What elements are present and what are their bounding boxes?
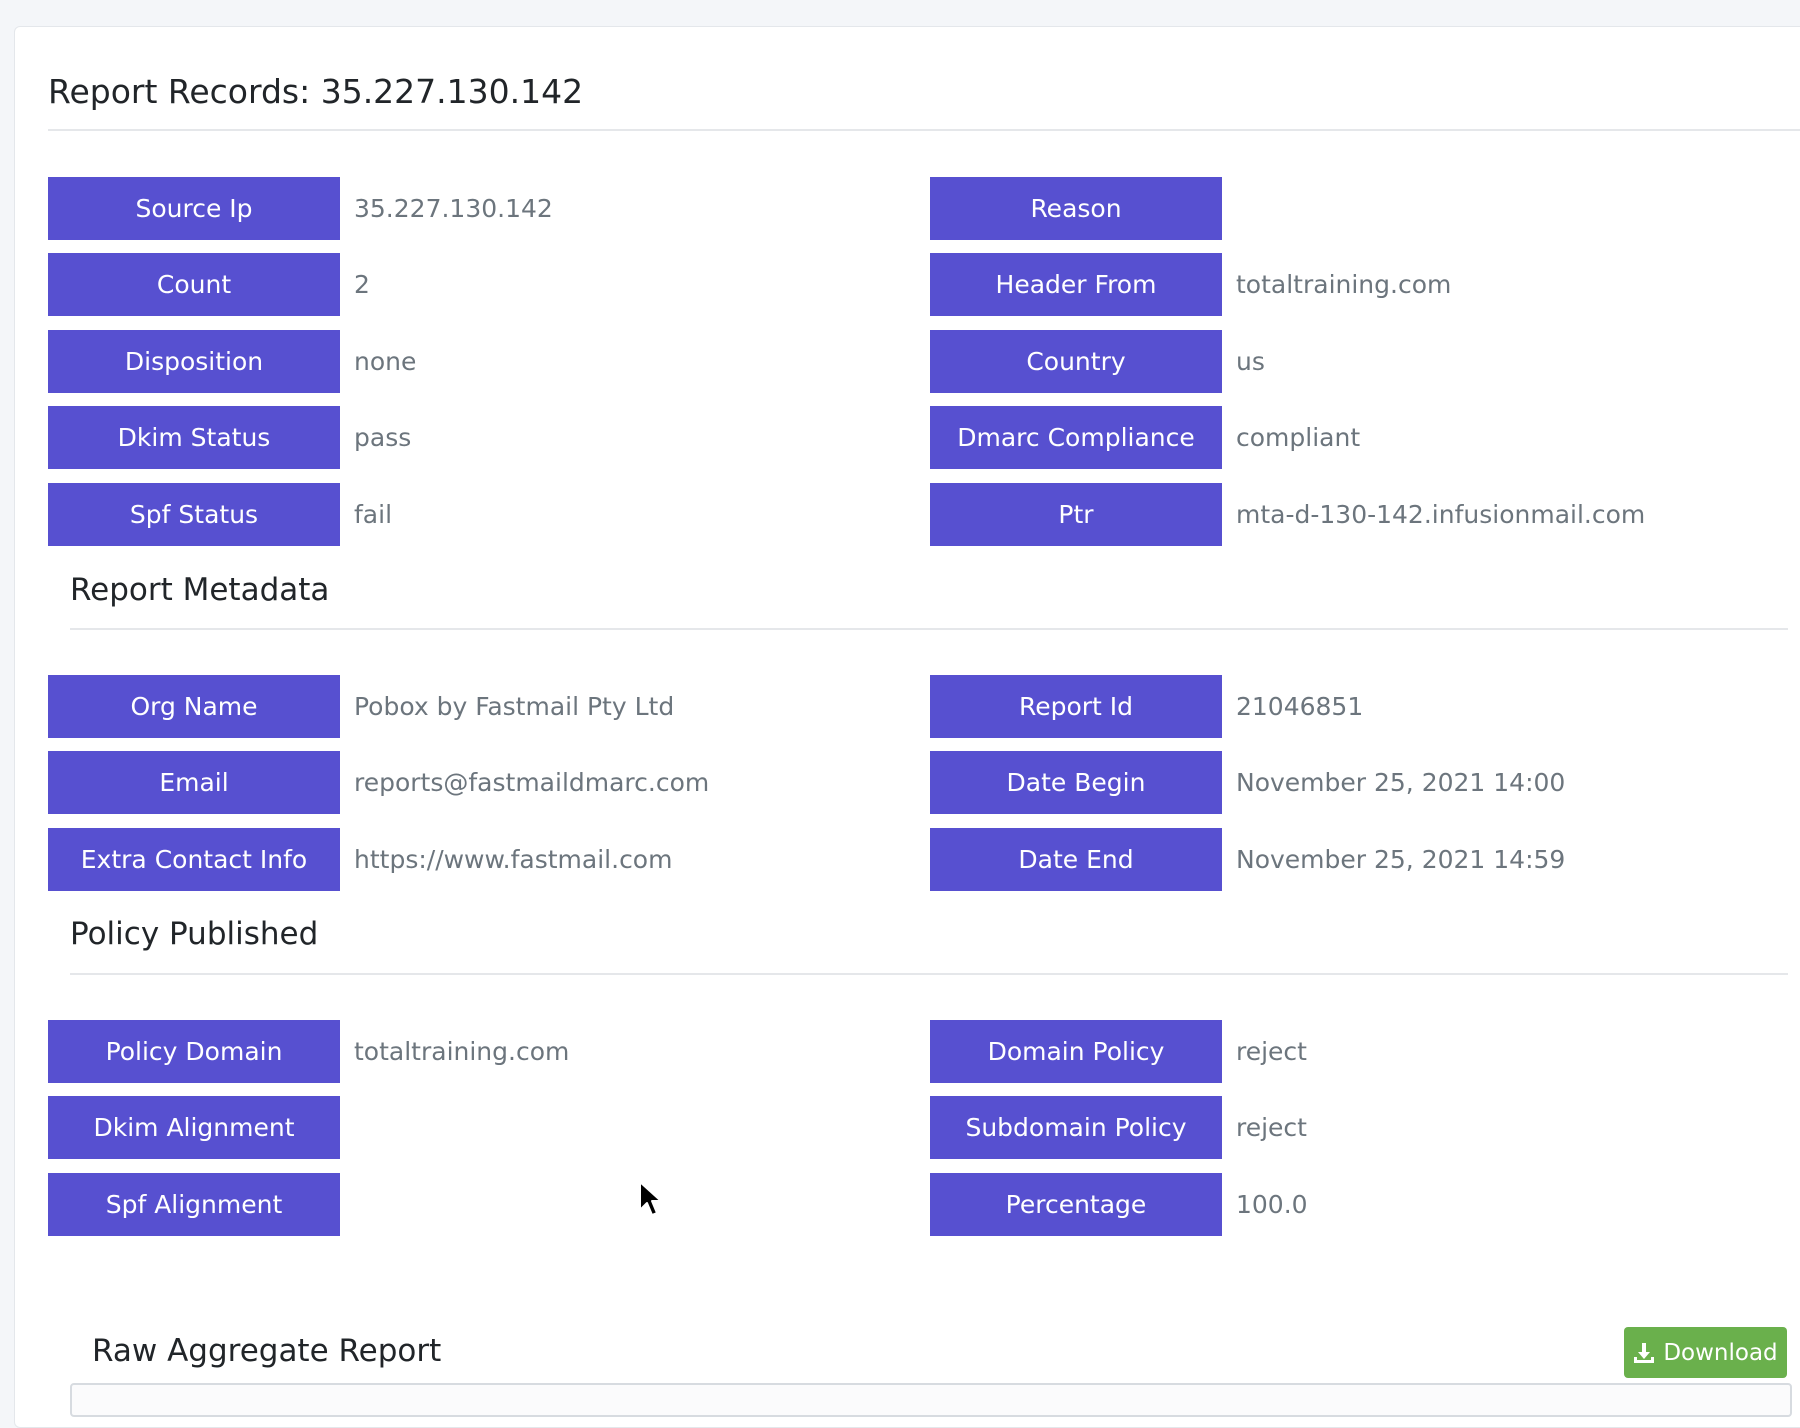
field-label-dkim-alignment: Dkim Alignment <box>48 1096 340 1159</box>
field-value-domain-policy: reject <box>1236 1037 1307 1066</box>
field-label-date-begin: Date Begin <box>930 751 1222 814</box>
field-value-policy-domain: totaltraining.com <box>354 1037 570 1066</box>
field-label-country: Country <box>930 330 1222 393</box>
field-value-count: 2 <box>354 270 370 299</box>
field-label-source-ip: Source Ip <box>48 177 340 240</box>
field-label-reason: Reason <box>930 177 1222 240</box>
field-label-report-id: Report Id <box>930 675 1222 738</box>
field-label-subdomain-policy: Subdomain Policy <box>930 1096 1222 1159</box>
field-value-date-begin: November 25, 2021 14:00 <box>1236 768 1566 797</box>
metadata-heading: Report Metadata <box>70 572 330 608</box>
field-label-spf-status: Spf Status <box>48 483 340 546</box>
field-value-percentage: 100.0 <box>1236 1190 1308 1219</box>
policy-heading: Policy Published <box>70 916 319 952</box>
field-label-disposition: Disposition <box>48 330 340 393</box>
field-label-domain-policy: Domain Policy <box>930 1020 1222 1083</box>
raw-report-viewer[interactable] <box>70 1383 1792 1417</box>
field-value-email: reports@fastmaildmarc.com <box>354 768 710 797</box>
field-value-extra-contact-info: https://www.fastmail.com <box>354 845 673 874</box>
field-value-dmarc-compliance: compliant <box>1236 423 1361 452</box>
field-value-ptr: mta-d-130-142.infusionmail.com <box>1236 500 1646 529</box>
field-value-org-name: Pobox by Fastmail Pty Ltd <box>354 692 675 721</box>
title-divider <box>48 129 1800 131</box>
field-label-extra-contact-info: Extra Contact Info <box>48 828 340 891</box>
page-title: Report Records: 35.227.130.142 <box>48 72 584 111</box>
field-label-count: Count <box>48 253 340 316</box>
field-value-country: us <box>1236 347 1265 376</box>
field-label-spf-alignment: Spf Alignment <box>48 1173 340 1236</box>
metadata-divider <box>70 628 1788 630</box>
field-value-source-ip: 35.227.130.142 <box>354 194 553 223</box>
field-label-policy-domain: Policy Domain <box>48 1020 340 1083</box>
field-value-dkim-status: pass <box>354 423 412 452</box>
raw-report-heading: Raw Aggregate Report <box>92 1333 442 1369</box>
field-label-dkim-status: Dkim Status <box>48 406 340 469</box>
field-label-dmarc-compliance: Dmarc Compliance <box>930 406 1222 469</box>
field-label-header-from: Header From <box>930 253 1222 316</box>
field-value-disposition: none <box>354 347 417 376</box>
field-value-header-from: totaltraining.com <box>1236 270 1452 299</box>
field-label-ptr: Ptr <box>930 483 1222 546</box>
field-value-report-id: 21046851 <box>1236 692 1364 721</box>
field-label-org-name: Org Name <box>48 675 340 738</box>
field-label-date-end: Date End <box>930 828 1222 891</box>
mouse-pointer-icon <box>639 1181 662 1216</box>
policy-divider <box>70 973 1788 975</box>
download-button[interactable]: Download <box>1624 1327 1787 1378</box>
field-value-subdomain-policy: reject <box>1236 1113 1307 1142</box>
field-label-percentage: Percentage <box>930 1173 1222 1236</box>
download-button-label: Download <box>1663 1339 1778 1366</box>
field-value-date-end: November 25, 2021 14:59 <box>1236 845 1566 874</box>
download-icon <box>1633 1342 1655 1364</box>
field-label-email: Email <box>48 751 340 814</box>
field-value-spf-status: fail <box>354 500 393 529</box>
